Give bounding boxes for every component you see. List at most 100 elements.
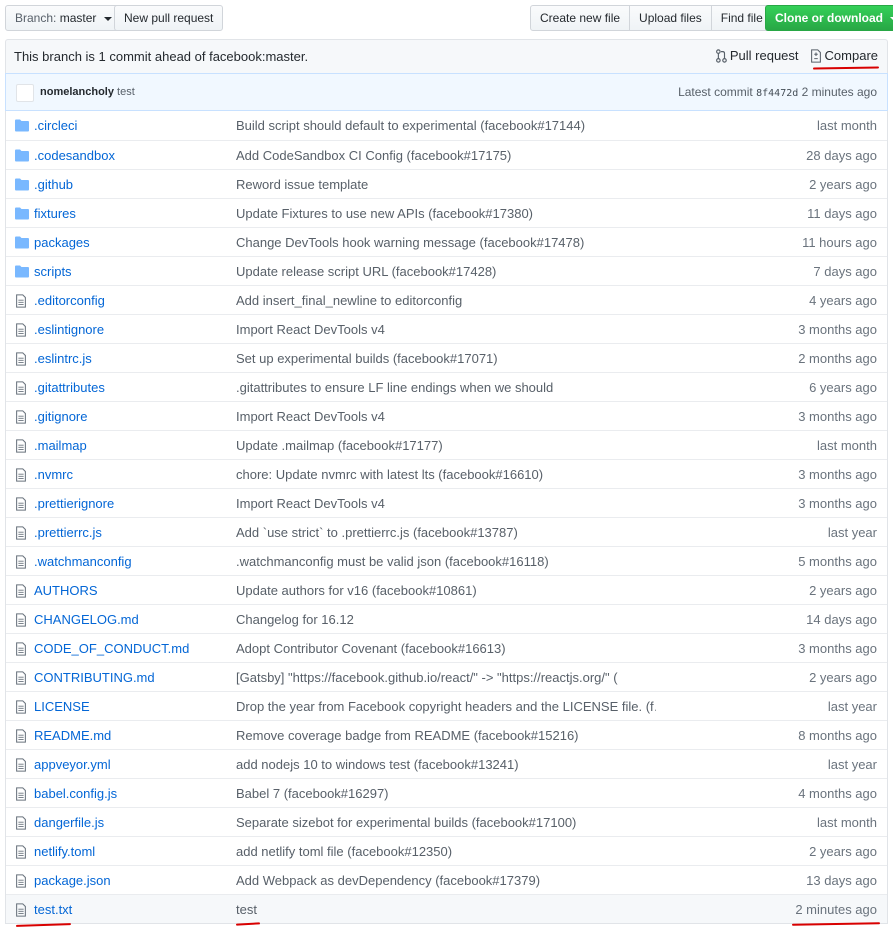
- commit-message-link[interactable]: Import React DevTools v4: [236, 409, 656, 424]
- file-name-link[interactable]: dangerfile.js: [34, 815, 104, 830]
- create-new-file-button[interactable]: Create new file: [530, 5, 631, 31]
- file-row: dangerfile.js Separate sizebot for experi…: [6, 807, 887, 836]
- file-row: .prettierrc.js Add `use strict` to .prett…: [6, 517, 887, 546]
- commit-age: last year: [827, 699, 877, 714]
- commit-age: 6 years ago: [809, 380, 877, 395]
- file-name-link[interactable]: test.txt: [34, 902, 72, 917]
- file-row: scripts Update release script URL (facebo…: [6, 256, 887, 285]
- commit-message-link[interactable]: Add insert_final_newline to editorconfig: [236, 293, 656, 308]
- file-name-link[interactable]: .circleci: [34, 118, 77, 133]
- file-name-link[interactable]: .eslintignore: [34, 322, 104, 337]
- file-name-link[interactable]: .watchmanconfig: [34, 554, 132, 569]
- commit-age: last month: [817, 118, 877, 133]
- file-name-link[interactable]: .editorconfig: [34, 293, 105, 308]
- commit-message-link[interactable]: Separate sizebot for experimental builds…: [236, 815, 656, 830]
- file-name-link[interactable]: .github: [34, 177, 73, 192]
- commit-message-link[interactable]: Add Webpack as devDependency (facebook#1…: [236, 873, 656, 888]
- commit-age: 13 days ago: [806, 873, 877, 888]
- commit-message-link[interactable]: [Gatsby] "https://facebook.github.io/rea…: [236, 670, 656, 685]
- file-name-link[interactable]: .prettierignore: [34, 496, 114, 511]
- commit-message-link[interactable]: Set up experimental builds (facebook#170…: [236, 351, 656, 366]
- new-pull-request-button[interactable]: New pull request: [114, 5, 224, 31]
- file-name-link[interactable]: .gitattributes: [34, 380, 105, 395]
- file-name-link[interactable]: .gitignore: [34, 409, 87, 424]
- upload-files-button[interactable]: Upload files: [629, 5, 712, 31]
- commit-age: last month: [817, 438, 877, 453]
- commit-message[interactable]: test: [117, 86, 135, 98]
- commit-age: 2 months ago: [798, 351, 877, 366]
- commit-message-link[interactable]: chore: Update nvmrc with latest lts (fac…: [236, 467, 656, 482]
- commit-age: 3 months ago: [798, 409, 877, 424]
- branch-name: master: [59, 11, 97, 25]
- file-name-link[interactable]: netlify.toml: [34, 844, 95, 859]
- find-file-button[interactable]: Find file: [710, 5, 773, 31]
- commit-message-link[interactable]: Adopt Contributor Covenant (facebook#166…: [236, 641, 656, 656]
- file-row: babel.config.js Babel 7 (facebook#16297) 4…: [6, 778, 887, 807]
- file-name-link[interactable]: babel.config.js: [34, 786, 117, 801]
- avatar[interactable]: [16, 84, 34, 102]
- file-name-link[interactable]: .eslintrc.js: [34, 351, 92, 366]
- commit-message-link[interactable]: Update .mailmap (facebook#17177): [236, 438, 656, 453]
- file-name-link[interactable]: .mailmap: [34, 438, 87, 453]
- commit-message-link[interactable]: .gitattributes to ensure LF line endings…: [236, 380, 656, 395]
- commit-age: 3 months ago: [798, 641, 877, 656]
- pull-request-link[interactable]: Pull request: [715, 48, 799, 63]
- commit-message-link[interactable]: Add `use strict` to .prettierrc.js (face…: [236, 525, 656, 540]
- commit-age: 8 months ago: [798, 728, 877, 743]
- file-row: README.md Remove coverage badge from READ…: [6, 720, 887, 749]
- commit-message-link[interactable]: test: [236, 902, 656, 917]
- file-name-link[interactable]: package.json: [34, 873, 111, 888]
- file-name-link[interactable]: CHANGELOG.md: [34, 612, 139, 627]
- file-name-link[interactable]: CODE_OF_CONDUCT.md: [34, 641, 189, 656]
- file-icon: [15, 468, 29, 482]
- folder-icon: [15, 149, 29, 163]
- file-icon: [15, 584, 29, 598]
- file-diff-icon: [810, 48, 821, 63]
- commit-message-link[interactable]: Update authors for v16 (facebook#10861): [236, 583, 656, 598]
- commit-message-link[interactable]: Drop the year from Facebook copyright he…: [236, 699, 656, 714]
- file-name-link[interactable]: README.md: [34, 728, 111, 743]
- commit-message-link[interactable]: Update release script URL (facebook#1742…: [236, 264, 656, 279]
- commit-message-link[interactable]: Update Fixtures to use new APIs (faceboo…: [236, 206, 656, 221]
- commit-message-link[interactable]: Babel 7 (facebook#16297): [236, 786, 656, 801]
- commit-message-link[interactable]: Changelog for 16.12: [236, 612, 656, 627]
- commit-message-link[interactable]: add nodejs 10 to windows test (facebook#…: [236, 757, 656, 772]
- file-name-link[interactable]: .prettierrc.js: [34, 525, 102, 540]
- file-name-link[interactable]: LICENSE: [34, 699, 90, 714]
- commit-message-link[interactable]: Import React DevTools v4: [236, 322, 656, 337]
- commit-message-link[interactable]: Change DevTools hook warning message (fa…: [236, 235, 656, 250]
- file-name-link[interactable]: appveyor.yml: [34, 757, 111, 772]
- file-row: .codesandbox Add CodeSandbox CI Config (f…: [6, 140, 887, 169]
- commit-message-link[interactable]: add netlify toml file (facebook#12350): [236, 844, 656, 859]
- file-icon: [15, 555, 29, 569]
- file-name-link[interactable]: .codesandbox: [34, 148, 115, 163]
- branch-prefix: Branch:: [15, 11, 57, 25]
- commit-message-link[interactable]: Import React DevTools v4: [236, 496, 656, 511]
- clone-download-button[interactable]: Clone or download: [765, 5, 893, 31]
- file-name-link[interactable]: .nvmrc: [34, 467, 73, 482]
- commit-message-link[interactable]: Reword issue template: [236, 177, 656, 192]
- file-row: AUTHORS Update authors for v16 (facebook#…: [6, 575, 887, 604]
- file-row: .circleci Build script should default to …: [6, 111, 887, 140]
- commit-sha[interactable]: 8f4472d: [756, 88, 798, 99]
- commit-message-link[interactable]: .watchmanconfig must be valid json (face…: [236, 554, 656, 569]
- branch-select-button[interactable]: Branch: master: [5, 5, 122, 31]
- file-icon: [15, 352, 29, 366]
- folder-icon: [15, 265, 29, 279]
- file-name-link[interactable]: fixtures: [34, 206, 76, 221]
- commit-age: 3 months ago: [798, 496, 877, 511]
- file-row: .github Reword issue template 2 years ago: [6, 169, 887, 198]
- file-name-link[interactable]: AUTHORS: [34, 583, 98, 598]
- commit-message-link[interactable]: Remove coverage badge from README (faceb…: [236, 728, 656, 743]
- commit-message-link[interactable]: Add CodeSandbox CI Config (facebook#1717…: [236, 148, 656, 163]
- file-name-link[interactable]: scripts: [34, 264, 72, 279]
- compare-link[interactable]: Compare: [810, 48, 878, 63]
- file-row: LICENSE Drop the year from Facebook copyr…: [6, 691, 887, 720]
- commit-author[interactable]: nomelancholy: [40, 86, 114, 98]
- file-name-link[interactable]: packages: [34, 235, 90, 250]
- commit-message-link[interactable]: Build script should default to experimen…: [236, 118, 656, 133]
- file-row: CODE_OF_CONDUCT.md Adopt Contributor Cove…: [6, 633, 887, 662]
- commit-age: last year: [827, 525, 877, 540]
- file-name-link[interactable]: CONTRIBUTING.md: [34, 670, 155, 685]
- file-icon: [15, 700, 29, 714]
